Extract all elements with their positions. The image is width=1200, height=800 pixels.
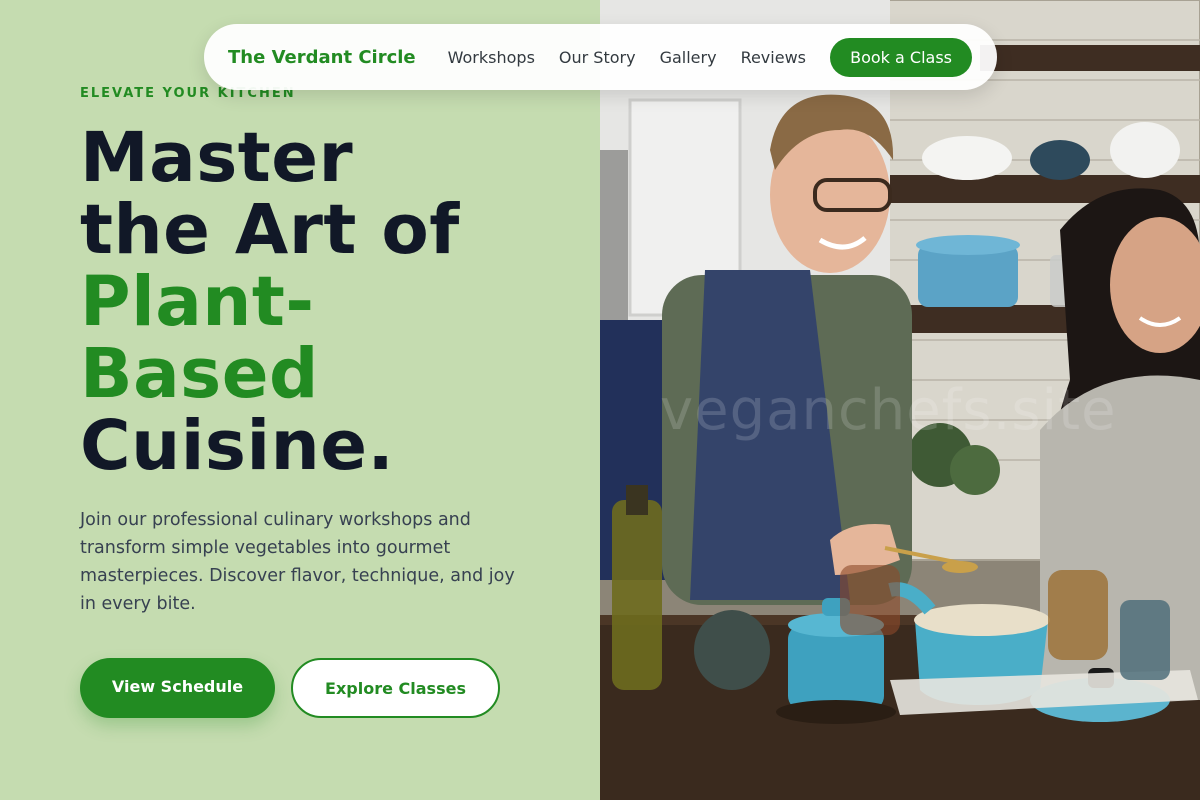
headline-line-3: Plant- <box>80 262 315 342</box>
hero-description: Join our professional culinary workshops… <box>80 510 515 614</box>
photo-watermark: veganchefs.site <box>660 378 1117 443</box>
hero-headline: Master the Art of Plant- Based Cuisine. <box>80 122 460 482</box>
headline-line-5: Cuisine. <box>80 406 395 486</box>
nav-link-reviews[interactable]: Reviews <box>741 48 806 67</box>
headline-line-2: the Art of <box>80 190 460 270</box>
book-class-button[interactable]: Book a Class <box>830 37 972 77</box>
view-schedule-button[interactable]: View Schedule <box>80 658 275 718</box>
explore-classes-button[interactable]: Explore Classes <box>291 658 500 718</box>
headline-line-4: Based <box>80 334 319 414</box>
headline-line-1: Master <box>80 118 354 198</box>
nav-link-gallery[interactable]: Gallery <box>660 48 717 67</box>
nav-link-workshops[interactable]: Workshops <box>448 48 535 67</box>
brand-logo[interactable]: The Verdant Circle <box>228 47 416 68</box>
top-navbar: The Verdant Circle Workshops Our Story G… <box>204 24 997 90</box>
nav-link-our-story[interactable]: Our Story <box>559 48 636 67</box>
